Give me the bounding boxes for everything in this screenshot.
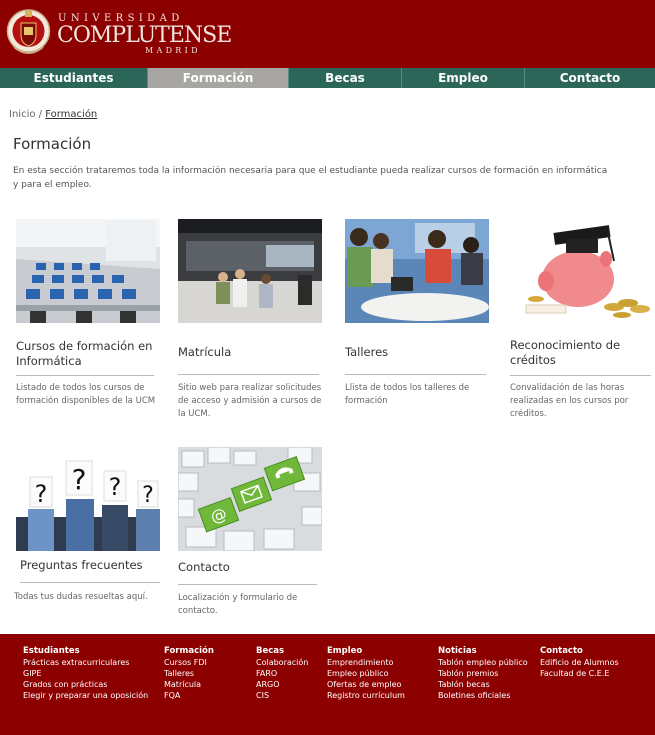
main-nav: Estudiantes Formación Becas Empleo Conta… [0, 68, 655, 88]
card-divider [178, 584, 317, 585]
nav-item-formacion[interactable]: Formación [148, 68, 289, 88]
card-description: Sitio web para realizar solicitudes de a… [178, 383, 322, 419]
card-divider [510, 375, 651, 376]
footer-link[interactable]: Tablón becas [438, 679, 528, 690]
card-title[interactable]: Contacto [178, 560, 322, 575]
svg-text:?: ? [109, 473, 122, 501]
card-description: Todas tus dudas resueltas aquí. [14, 592, 148, 602]
footer-heading[interactable]: Becas [256, 646, 308, 657]
site-header: UNIVERSIDAD COMPLUTENSE MADRID [0, 0, 655, 68]
breadcrumb-current[interactable]: Formación [45, 109, 97, 120]
footer-col-noticias: Noticias Tablón empleo público Tablón pr… [438, 646, 528, 701]
page-intro: En esta sección trataremos toda la infor… [13, 166, 608, 190]
footer-heading[interactable]: Empleo [327, 646, 405, 657]
footer-link[interactable]: Boletines oficiales [438, 690, 528, 701]
footer-link[interactable]: Grados con prácticas [23, 679, 148, 690]
card-divider [20, 582, 160, 583]
footer-heading[interactable]: Contacto [540, 646, 619, 657]
card-title[interactable]: Matrícula [178, 345, 322, 360]
card-title[interactable]: Cursos de formación en Informática [16, 339, 160, 369]
card-divider [178, 374, 319, 375]
footer-link[interactable]: FARO [256, 668, 308, 679]
card-title[interactable]: Preguntas frecuentes [20, 558, 160, 573]
footer-col-becas: Becas Colaboración FARO ARGO CIS [256, 646, 308, 701]
breadcrumb-home[interactable]: Inicio [9, 109, 35, 120]
footer-link[interactable]: Facultad de C.E.E [540, 668, 619, 679]
computer-lab-image [16, 219, 160, 323]
question-marks-image: ? ? ? ? [16, 447, 160, 551]
footer-col-estudiantes: Estudiantes Prácticas extracurriculares … [23, 646, 148, 701]
page-title: Formación [13, 135, 92, 153]
nav-item-estudiantes[interactable]: Estudiantes [0, 68, 148, 88]
footer-col-formacion: Formación Cursos FDI Talleres Matrícula … [164, 646, 214, 701]
card-divider [16, 375, 154, 376]
footer-link[interactable]: CIS [256, 690, 308, 701]
footer-link[interactable]: Talleres [164, 668, 214, 679]
footer-link[interactable]: Cursos FDI [164, 657, 214, 668]
footer-link[interactable]: Matrícula [164, 679, 214, 690]
footer-link[interactable]: Colaboración [256, 657, 308, 668]
footer-link[interactable]: ARGO [256, 679, 308, 690]
svg-text:?: ? [142, 483, 154, 508]
footer-col-contacto: Contacto Edificio de Alumnos Facultad de… [540, 646, 619, 679]
footer-heading[interactable]: Noticias [438, 646, 528, 657]
card-description: Localización y formulario de contacto. [178, 593, 298, 616]
footer-link[interactable]: FQA [164, 690, 214, 701]
card-description: Llista de todos los talleres de formació… [345, 383, 470, 406]
brand-main: COMPLUTENSE [57, 23, 232, 48]
breadcrumb-separator: / [38, 109, 43, 120]
workshop-image [345, 219, 489, 323]
footer-link[interactable]: Ofertas de empleo [327, 679, 405, 690]
footer-heading[interactable]: Estudiantes [23, 646, 148, 657]
site-footer: Estudiantes Prácticas extracurriculares … [0, 634, 655, 735]
nav-item-becas[interactable]: Becas [289, 68, 402, 88]
brand-bottom: MADRID [145, 46, 201, 55]
footer-link[interactable]: Elegir y preparar una oposición [23, 690, 148, 701]
enrollment-office-image [178, 219, 322, 323]
card-preguntas[interactable]: ? ? ? ? Preguntas frecuentes Todas tus d… [14, 447, 160, 607]
card-reconocimiento[interactable]: Reconocimiento de créditos Convalidación… [510, 219, 654, 429]
nav-item-contacto[interactable]: Contacto [525, 68, 655, 88]
footer-link[interactable]: Prácticas extracurriculares [23, 657, 148, 668]
card-matricula[interactable]: Matrícula Sitio web para realizar solici… [178, 219, 322, 419]
card-description: Convalidación de las horas realizadas en… [510, 383, 629, 419]
card-description: Listado de todos los cursos de formación… [16, 383, 156, 406]
breadcrumb: Inicio / Formación [9, 109, 97, 120]
card-contacto[interactable]: @ Contacto Localización y formulario de … [178, 447, 322, 622]
footer-link[interactable]: Tablón premios [438, 668, 528, 679]
footer-col-empleo: Empleo Emprendimiento Empleo público Ofe… [327, 646, 405, 701]
contact-keyboard-image: @ [178, 447, 322, 551]
card-talleres[interactable]: Talleres Llista de todos los talleres de… [345, 219, 489, 409]
footer-link[interactable]: Emprendimiento [327, 657, 405, 668]
footer-link[interactable]: GIPE [23, 668, 148, 679]
footer-heading[interactable]: Formación [164, 646, 214, 657]
svg-text:?: ? [35, 480, 48, 508]
card-cursos[interactable]: Cursos de formación en Informática Lista… [16, 219, 160, 409]
card-divider [345, 374, 486, 375]
footer-link[interactable]: Tablón empleo público [438, 657, 528, 668]
card-title[interactable]: Reconocimiento de créditos [510, 338, 654, 368]
nav-item-empleo[interactable]: Empleo [402, 68, 525, 88]
card-title[interactable]: Talleres [345, 345, 489, 360]
university-seal-icon[interactable] [6, 7, 51, 59]
footer-link[interactable]: Empleo público [327, 668, 405, 679]
svg-text:?: ? [72, 463, 87, 496]
footer-link[interactable]: Registro currículum [327, 690, 405, 701]
piggy-bank-image [510, 219, 654, 323]
footer-link[interactable]: Edificio de Alumnos [540, 657, 619, 668]
